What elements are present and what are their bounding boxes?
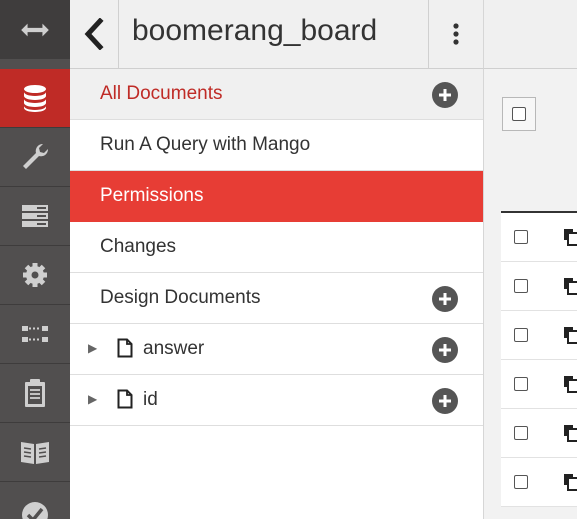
new-design-document-button[interactable] [432, 286, 458, 312]
checkbox-box [512, 107, 526, 121]
design-doc-item[interactable]: ▶ answer [70, 324, 483, 375]
documents-panel [484, 0, 577, 519]
row-checkbox[interactable] [514, 426, 528, 440]
plus-icon [439, 344, 451, 356]
nav-changes-label: Changes [100, 236, 177, 257]
nav-all-documents[interactable]: All Documents [70, 69, 483, 120]
copy-icon[interactable] [563, 326, 577, 344]
expand-arrow-icon[interactable]: ▶ [88, 392, 97, 406]
document-icon [117, 389, 133, 409]
design-doc-item[interactable]: ▶ id [70, 375, 483, 426]
back-button[interactable] [70, 0, 119, 68]
new-document-button[interactable] [432, 82, 458, 108]
row-checkbox[interactable] [514, 377, 528, 391]
database-icon [24, 85, 46, 112]
database-title: boomerang_board [132, 14, 378, 47]
select-all-checkbox[interactable] [502, 97, 536, 131]
rail-verify-button[interactable] [0, 482, 70, 519]
rail-docs-button[interactable] [0, 423, 70, 482]
nav-changes[interactable]: Changes [70, 222, 483, 273]
clipboard-icon [25, 379, 45, 407]
content-header [484, 0, 577, 69]
nav-all-documents-label: All Documents [100, 83, 223, 104]
nav-run-query[interactable]: Run A Query with Mango [70, 120, 483, 171]
database-header: boomerang_board [70, 0, 484, 69]
server-icon [22, 205, 48, 227]
table-row[interactable] [501, 311, 577, 360]
design-doc-add-button[interactable] [432, 388, 458, 414]
row-checkbox[interactable] [514, 230, 528, 244]
table-row[interactable] [501, 213, 577, 262]
database-sidebar: All Documents Run A Query with Mango Per… [70, 69, 484, 519]
rail-databases-button[interactable] [0, 69, 70, 128]
nav-design-documents-label: Design Documents [100, 287, 261, 308]
table-row[interactable] [501, 409, 577, 458]
nav-design-documents[interactable]: Design Documents [70, 273, 483, 324]
design-doc-name: id [143, 389, 158, 410]
copy-icon[interactable] [563, 424, 577, 442]
copy-icon[interactable] [563, 228, 577, 246]
rail-config-button[interactable] [0, 246, 70, 305]
document-icon [117, 338, 133, 358]
design-doc-add-button[interactable] [432, 337, 458, 363]
rail-replication-button[interactable] [0, 305, 70, 364]
chevron-left-icon [84, 18, 104, 50]
table-row[interactable] [501, 360, 577, 409]
copy-icon[interactable] [563, 277, 577, 295]
rail-setup-button[interactable] [0, 128, 70, 187]
design-doc-name: answer [143, 338, 205, 359]
expand-arrow-icon[interactable]: ▶ [88, 341, 97, 355]
nav-permissions-label: Permissions [100, 185, 204, 206]
vertical-ellipsis-icon [453, 23, 459, 45]
nav-run-query-label: Run A Query with Mango [100, 134, 311, 155]
row-checkbox[interactable] [514, 475, 528, 489]
table-row[interactable] [501, 458, 577, 507]
checkmark-icon [22, 502, 48, 519]
replication-icon [22, 326, 48, 342]
plus-icon [439, 89, 451, 101]
nav-permissions[interactable]: Permissions [70, 171, 483, 222]
wrench-icon [23, 143, 49, 169]
copy-icon[interactable] [563, 473, 577, 491]
rail-toggle-button[interactable] [0, 0, 70, 59]
database-options-button[interactable] [428, 0, 483, 68]
book-icon [21, 442, 49, 464]
rail-active-tasks-button[interactable] [0, 187, 70, 246]
copy-icon[interactable] [563, 375, 577, 393]
left-nav-rail [0, 0, 70, 519]
plus-icon [439, 395, 451, 407]
row-checkbox[interactable] [514, 328, 528, 342]
expand-arrows-icon [21, 23, 49, 36]
table-row[interactable] [501, 262, 577, 311]
row-checkbox[interactable] [514, 279, 528, 293]
gear-icon [23, 263, 47, 287]
app-root: boomerang_board All Documents Run A Quer… [0, 0, 577, 519]
rail-documentation-button[interactable] [0, 364, 70, 423]
plus-icon [439, 293, 451, 305]
